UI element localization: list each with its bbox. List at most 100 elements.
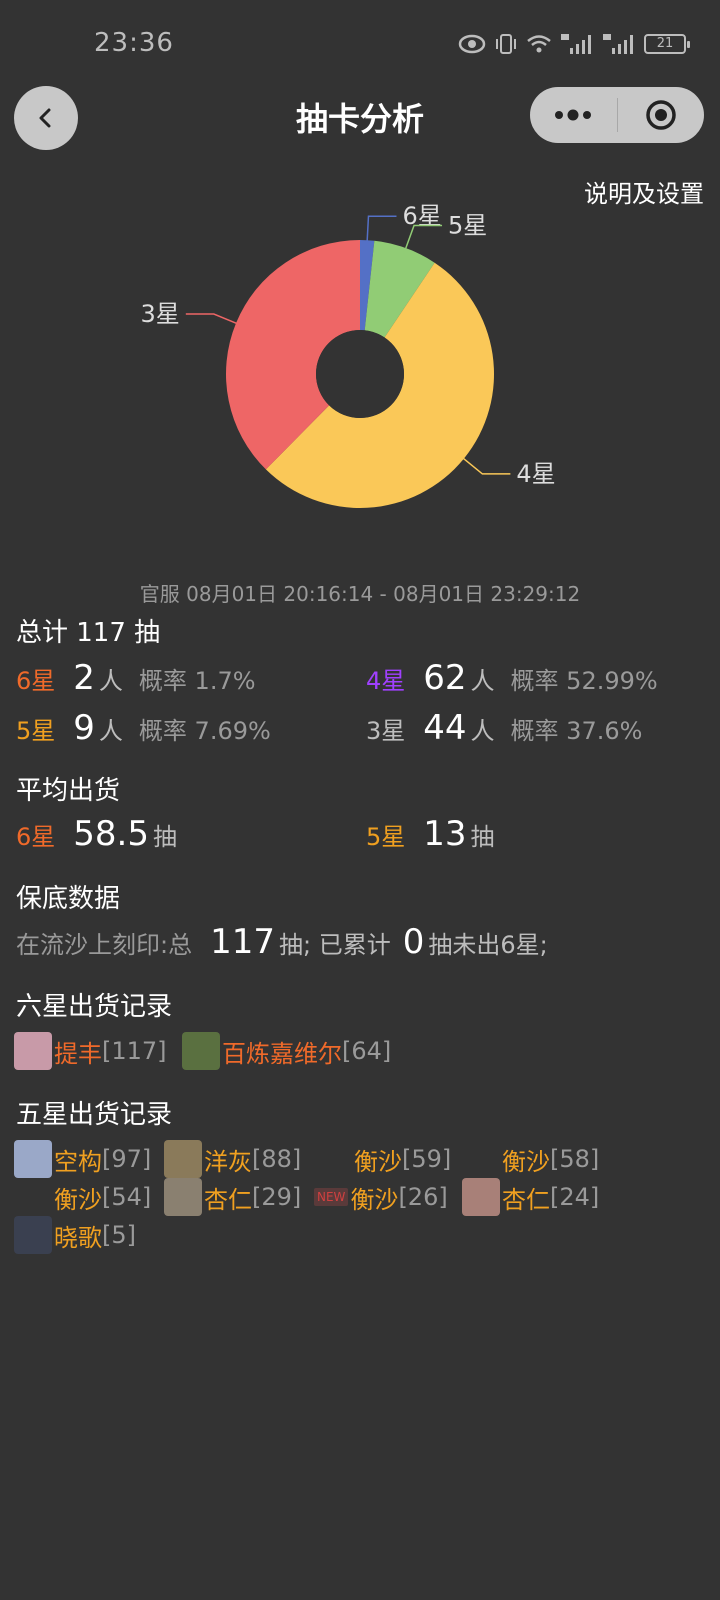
leader-line xyxy=(458,454,511,475)
wifi-icon xyxy=(527,35,551,53)
pity-current: 0 xyxy=(402,922,425,962)
status-icons: 21 xyxy=(458,28,690,60)
donut-chart: 6星 5星 4星 3星 xyxy=(0,200,720,540)
stat-rate: 概率 52.99% xyxy=(510,667,658,695)
signal-4g-icon xyxy=(603,34,633,54)
stat-label: 4星 xyxy=(366,667,406,695)
avatar xyxy=(14,1140,52,1178)
record-name: 空构 xyxy=(54,1147,102,1176)
slice-label: 5星 xyxy=(448,212,487,240)
list-item: 衡沙 [58] xyxy=(462,1140,599,1178)
stat-label: 5星 xyxy=(16,717,56,745)
list-item: 洋灰 [88] xyxy=(164,1140,301,1178)
slice-label: 4星 xyxy=(516,460,555,488)
avatar xyxy=(462,1140,500,1178)
six-star-title: 六星出货记录 xyxy=(16,992,173,1022)
stat-unit: 人 xyxy=(470,667,495,695)
average-label: 6星 xyxy=(16,823,56,851)
average-unit: 抽 xyxy=(152,823,177,851)
five-star-title: 五星出货记录 xyxy=(16,1100,173,1130)
nav-bar: 抽卡分析 xyxy=(0,86,720,150)
stat-3star: 3星 44 人 概率 37.6% xyxy=(366,708,642,748)
stat-rate: 概率 37.6% xyxy=(510,717,643,745)
pity-total: 117 xyxy=(210,922,275,962)
average-label: 5星 xyxy=(366,823,406,851)
avatar xyxy=(14,1032,52,1070)
avatar xyxy=(164,1178,202,1216)
list-item: 晓歌 [5] xyxy=(14,1216,136,1254)
stat-unit: 人 xyxy=(470,717,495,745)
target-circle-icon xyxy=(646,100,676,130)
record-name: 晓歌 xyxy=(54,1223,102,1252)
record-pulls: [29] xyxy=(252,1183,302,1211)
record-name: 杏仁 xyxy=(502,1185,550,1214)
average-5star: 5星 13 抽 xyxy=(366,814,495,854)
donut-hole xyxy=(316,330,404,418)
battery-icon: 21 xyxy=(644,34,690,54)
record-name: 洋灰 xyxy=(204,1147,252,1176)
record-name: 衡沙 xyxy=(354,1147,402,1176)
stat-rate: 概率 7.69% xyxy=(138,717,271,745)
record-name: 衡沙 xyxy=(54,1185,102,1214)
status-bar: 23:36 21 xyxy=(0,0,720,88)
record-pulls: [64] xyxy=(342,1037,392,1065)
record-pulls: [54] xyxy=(102,1183,152,1211)
record-name: 百炼嘉维尔 xyxy=(222,1039,342,1068)
list-item: 衡沙 [59] xyxy=(314,1140,451,1178)
signal-5g-icon xyxy=(561,34,591,54)
eye-icon xyxy=(458,34,486,54)
average-value: 58.5 xyxy=(73,814,149,854)
avatar xyxy=(14,1216,52,1254)
average-6star: 6星 58.5 抽 xyxy=(16,814,177,854)
list-item: NEW 衡沙 [26] xyxy=(314,1178,448,1216)
pity-mid: 抽; 已累计 xyxy=(279,931,391,959)
stat-rate: 概率 1.7% xyxy=(138,667,256,695)
stat-count: 44 xyxy=(423,708,467,748)
list-item: 衡沙 [54] xyxy=(14,1178,151,1216)
pity-suffix: 抽未出6星; xyxy=(428,931,548,959)
record-pulls: [97] xyxy=(102,1145,152,1173)
stat-unit: 人 xyxy=(98,667,123,695)
mini-program-capsule xyxy=(530,87,704,143)
avatar xyxy=(182,1032,220,1070)
stat-4star: 4星 62 人 概率 52.99% xyxy=(366,658,658,698)
stat-5star: 5星 9 人 概率 7.69% xyxy=(16,708,271,748)
stat-label: 6星 xyxy=(16,667,56,695)
record-pulls: [58] xyxy=(550,1145,600,1173)
status-time: 23:36 xyxy=(94,28,174,58)
close-button[interactable] xyxy=(618,87,705,143)
stat-count: 2 xyxy=(73,658,95,698)
avatar xyxy=(14,1178,52,1216)
record-name: 提丰 xyxy=(54,1039,102,1068)
record-pulls: [5] xyxy=(102,1221,136,1249)
more-dots-icon xyxy=(555,109,592,121)
record-pulls: [59] xyxy=(402,1145,452,1173)
pity-row: 在流沙上刻印:总 117 抽; 已累计 0 抽未出6星; xyxy=(16,922,548,962)
list-item: 空构 [97] xyxy=(14,1140,151,1178)
new-badge: NEW xyxy=(314,1188,349,1206)
record-name: 杏仁 xyxy=(204,1185,252,1214)
avatar xyxy=(462,1178,500,1216)
list-item: 提丰 [117] xyxy=(14,1032,167,1070)
record-name: 衡沙 xyxy=(350,1185,399,1214)
leader-line xyxy=(185,313,242,327)
stat-label: 3星 xyxy=(366,717,406,745)
slice-label: 3星 xyxy=(141,300,180,328)
list-item: 杏仁 [29] xyxy=(164,1178,301,1216)
record-pulls: [88] xyxy=(252,1145,302,1173)
pity-prefix: 在流沙上刻印:总 xyxy=(16,931,193,959)
time-range: 官服 08月01日 20:16:14 - 08月01日 23:29:12 xyxy=(139,582,581,606)
total-title: 总计 117 抽 xyxy=(16,618,161,648)
pity-title: 保底数据 xyxy=(16,884,121,914)
vibrate-icon xyxy=(496,34,516,54)
average-title: 平均出货 xyxy=(16,776,121,806)
average-value: 13 xyxy=(423,814,467,854)
more-button[interactable] xyxy=(530,87,617,143)
stat-count: 9 xyxy=(73,708,95,748)
stat-6star: 6星 2 人 概率 1.7% xyxy=(16,658,256,698)
avatar xyxy=(164,1140,202,1178)
record-pulls: [117] xyxy=(102,1037,167,1065)
average-unit: 抽 xyxy=(470,823,495,851)
avatar xyxy=(314,1140,352,1178)
record-pulls: [26] xyxy=(398,1183,448,1211)
